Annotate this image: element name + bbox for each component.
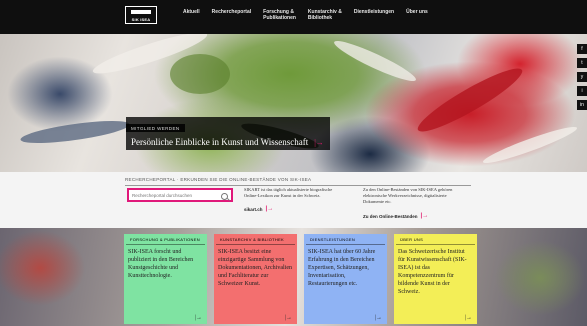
instagram-icon[interactable]: i	[577, 86, 587, 96]
paint-stroke	[19, 116, 131, 148]
card-kunstarchiv[interactable]: Kunstarchiv & Bibliothek SIK-ISEA besitz…	[214, 234, 297, 324]
card-heading: Forschung & Publikationen	[126, 234, 205, 245]
search-input[interactable]	[129, 192, 225, 198]
hero-title: Persönliche Einblicke in Kunst und Wisse…	[126, 135, 330, 150]
card-text: SIK-ISEA besitzt eine einzigartige Samml…	[218, 249, 292, 287]
linkedin-icon[interactable]: in	[577, 100, 587, 110]
search-heading: Rechercheportal · Erkunden Sie die Onlin…	[125, 177, 471, 186]
hero-artwork: Mitglied werden Persönliche Einblicke in…	[0, 34, 587, 172]
hero-caption[interactable]: Mitglied werden Persönliche Einblicke in…	[126, 117, 330, 150]
sikart-link[interactable]: sikart.ch |→	[244, 206, 273, 212]
arrow-right-icon: |→	[314, 137, 324, 147]
arrow-right-icon: |→	[194, 315, 202, 321]
arrow-right-icon: |→	[464, 315, 472, 321]
search-icon[interactable]	[221, 193, 228, 200]
site-header: SIK ISEA Aktuell Recherche­portal Forsch…	[0, 0, 587, 34]
sikart-description: SIKART ist das täglich aktualisierte bio…	[244, 187, 333, 198]
card-heading: Über uns	[396, 234, 475, 245]
social-sidebar: f t y i in	[577, 44, 587, 114]
paint-stroke	[170, 54, 230, 94]
online-holdings-link-label: Zu den Online-Beständen	[363, 213, 418, 219]
card-heading: Dienstleistungen	[306, 234, 385, 245]
logo-mark	[131, 10, 151, 14]
online-holdings-description: Zu den Online-Beständen von SIK-ISEA geh…	[363, 187, 453, 204]
search-field[interactable]	[127, 188, 233, 202]
card-heading: Kunstarchiv & Bibliothek	[216, 234, 295, 245]
nav-item-rechercheportal[interactable]: Recherche­portal	[212, 9, 251, 21]
site-logo[interactable]: SIK ISEA	[125, 6, 157, 24]
card-dienstleistungen[interactable]: Dienstleistungen SIK-ISEA hat über 60 Ja…	[304, 234, 387, 324]
logo-text: SIK ISEA	[131, 17, 151, 22]
online-holdings-link[interactable]: Zu den Online-Beständen |→	[363, 213, 428, 219]
arrow-right-icon: |→	[374, 315, 382, 321]
search-section: Rechercheportal · Erkunden Sie die Onlin…	[0, 172, 587, 228]
paint-stroke	[480, 122, 580, 168]
hero-title-text: Persönliche Einblicke in Kunst und Wisse…	[131, 137, 309, 147]
arrow-right-icon: |→	[284, 315, 292, 321]
arrow-right-icon: |→	[420, 213, 429, 219]
sikart-link-label: sikart.ch	[244, 206, 263, 212]
paint-stroke	[331, 35, 419, 87]
arrow-right-icon: |→	[265, 206, 274, 212]
nav-item-aktuell[interactable]: Aktuell	[183, 9, 200, 21]
twitter-icon[interactable]: t	[577, 58, 587, 68]
card-text: SIK-ISEA forscht und publiziert in den B…	[128, 249, 194, 279]
facebook-icon[interactable]: f	[577, 44, 587, 54]
cards-section: Forschung & Publikationen SIK-ISEA forsc…	[0, 228, 587, 326]
hero-kicker: Mitglied werden	[126, 124, 185, 132]
card-text: Das Schweizerische Institut für Kunstwis…	[398, 249, 467, 295]
card-ueber-uns[interactable]: Über uns Das Schweizerische Institut für…	[394, 234, 477, 324]
main-nav: Aktuell Recherche­portal Forschung & Pub…	[183, 9, 440, 21]
youtube-icon[interactable]: y	[577, 72, 587, 82]
nav-item-ueber-uns[interactable]: Über uns	[406, 9, 428, 21]
nav-item-kunstarchiv[interactable]: Kunstarchiv & Bibliothek	[308, 9, 342, 21]
nav-item-dienstleistungen[interactable]: Dienstleistungen	[354, 9, 394, 21]
nav-item-forschung[interactable]: Forschung & Publikationen	[263, 9, 296, 21]
card-forschung[interactable]: Forschung & Publikationen SIK-ISEA forsc…	[124, 234, 207, 324]
card-text: SIK-ISEA hat über 60 Jahre Erfahrung in …	[308, 249, 376, 287]
paint-stroke	[412, 60, 528, 140]
